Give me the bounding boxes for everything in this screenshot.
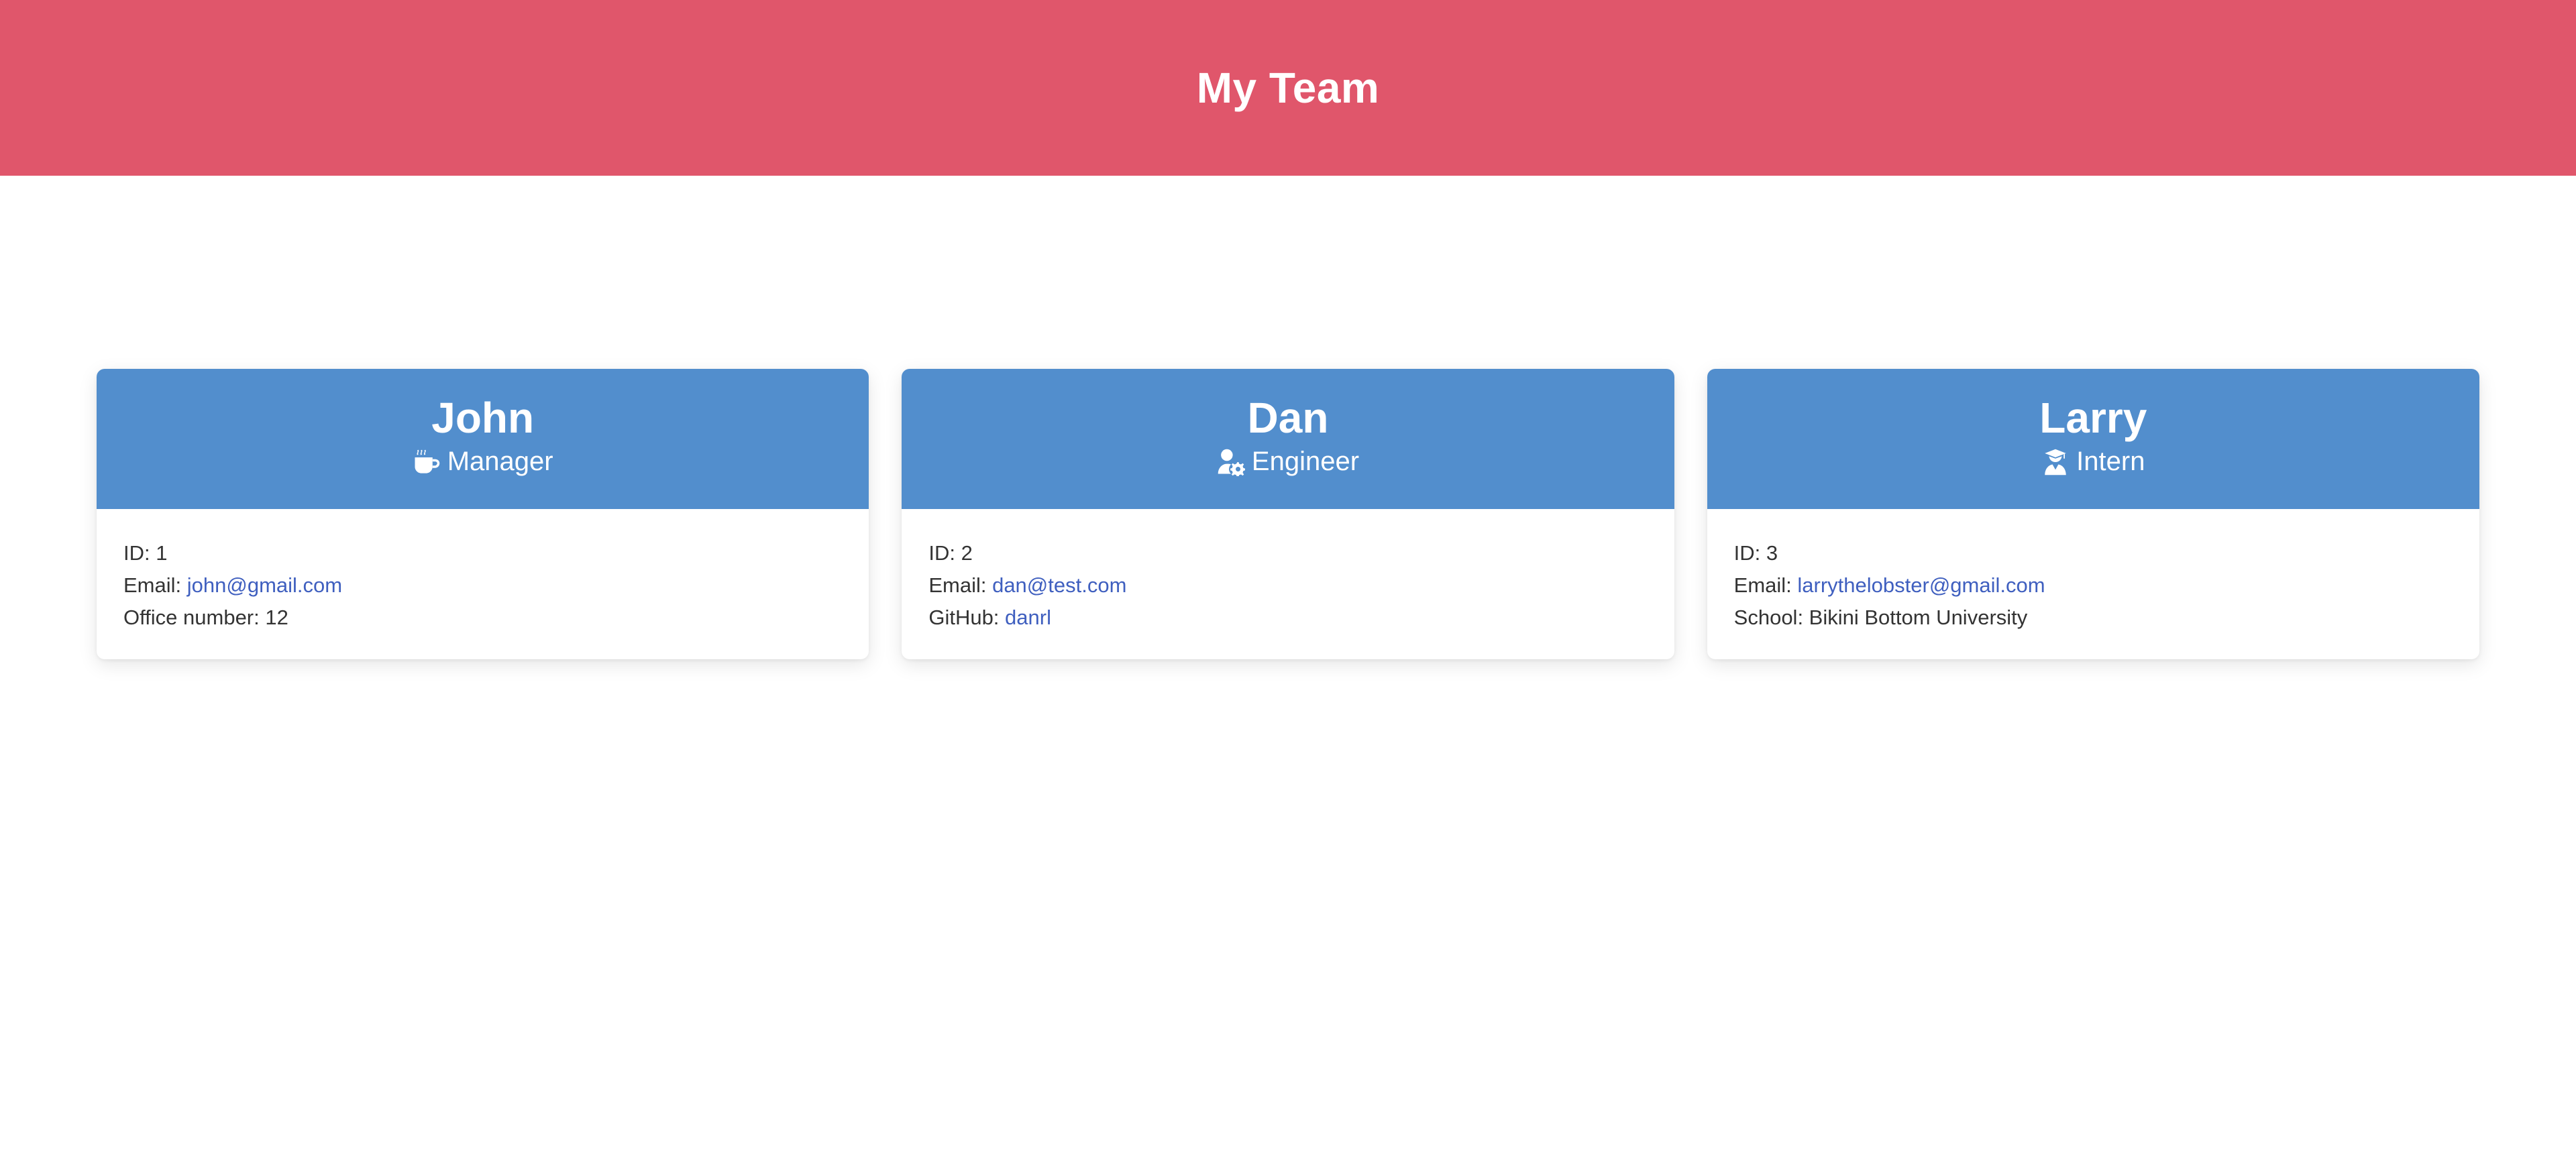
id-row: ID: 2 <box>928 537 1647 569</box>
employee-name: Dan <box>1247 394 1329 442</box>
role-label: Manager <box>447 447 553 477</box>
email-label: Email: <box>928 573 993 597</box>
card-body: ID: 1 Email: john@gmail.com Office numbe… <box>97 509 869 634</box>
employee-role: Manager <box>97 447 869 477</box>
id-value: 3 <box>1766 541 1778 565</box>
employee-card-manager: John Manager ID: 1 Email: john@gmail.com… <box>97 369 869 659</box>
id-value: 2 <box>961 541 973 565</box>
id-label: ID: <box>123 541 156 565</box>
card-body: ID: 3 Email: larrythelobster@gmail.com S… <box>1707 509 2479 634</box>
user-graduate-icon <box>2045 449 2066 475</box>
email-link[interactable]: dan@test.com <box>992 573 1126 597</box>
id-label: ID: <box>928 541 961 565</box>
school-value: Bikini Bottom University <box>1809 606 2028 629</box>
employee-name: John <box>431 394 535 442</box>
email-label: Email: <box>1733 573 1798 597</box>
card-header: Dan Engineer <box>902 369 1674 509</box>
school-label: School: <box>1733 606 1809 629</box>
email-row: Email: larrythelobster@gmail.com <box>1734 569 2453 602</box>
office-value: 12 <box>265 606 288 629</box>
id-value: 1 <box>156 541 168 565</box>
id-row: ID: 1 <box>123 537 842 569</box>
office-label: Office number: <box>123 606 266 629</box>
github-label: GitHub: <box>928 606 1006 629</box>
email-link[interactable]: larrythelobster@gmail.com <box>1797 573 2045 597</box>
email-label: Email: <box>123 573 187 597</box>
card-body: ID: 2 Email: dan@test.com GitHub: danrl <box>902 509 1674 634</box>
team-cards: John Manager ID: 1 Email: john@gmail.com… <box>97 369 2479 659</box>
role-label: Engineer <box>1251 447 1360 477</box>
employee-role: Engineer <box>902 447 1674 477</box>
mug-hot-icon <box>415 449 439 473</box>
user-gear-icon <box>1218 449 1245 476</box>
employee-card-intern: Larry Intern ID: 3 Email: larrythelobste… <box>1707 369 2479 659</box>
email-row: Email: john@gmail.com <box>123 569 842 602</box>
github-link[interactable]: danrl <box>1005 606 1051 629</box>
employee-name: Larry <box>2039 394 2147 442</box>
id-label: ID: <box>1733 541 1766 565</box>
page-title: My Team <box>1196 64 1380 112</box>
employee-role: Intern <box>1707 447 2479 477</box>
office-row: Office number: 12 <box>123 602 842 634</box>
email-row: Email: dan@test.com <box>928 569 1647 602</box>
school-row: School: Bikini Bottom University <box>1734 602 2453 634</box>
role-label: Intern <box>2076 447 2145 477</box>
id-row: ID: 3 <box>1734 537 2453 569</box>
employee-card-engineer: Dan Engineer ID: 2 Email: dan@test.com G… <box>902 369 1674 659</box>
email-link[interactable]: john@gmail.com <box>187 573 342 597</box>
card-header: John Manager <box>97 369 869 509</box>
page-header: My Team <box>0 0 2576 176</box>
github-row: GitHub: danrl <box>928 602 1647 634</box>
card-header: Larry Intern <box>1707 369 2479 509</box>
